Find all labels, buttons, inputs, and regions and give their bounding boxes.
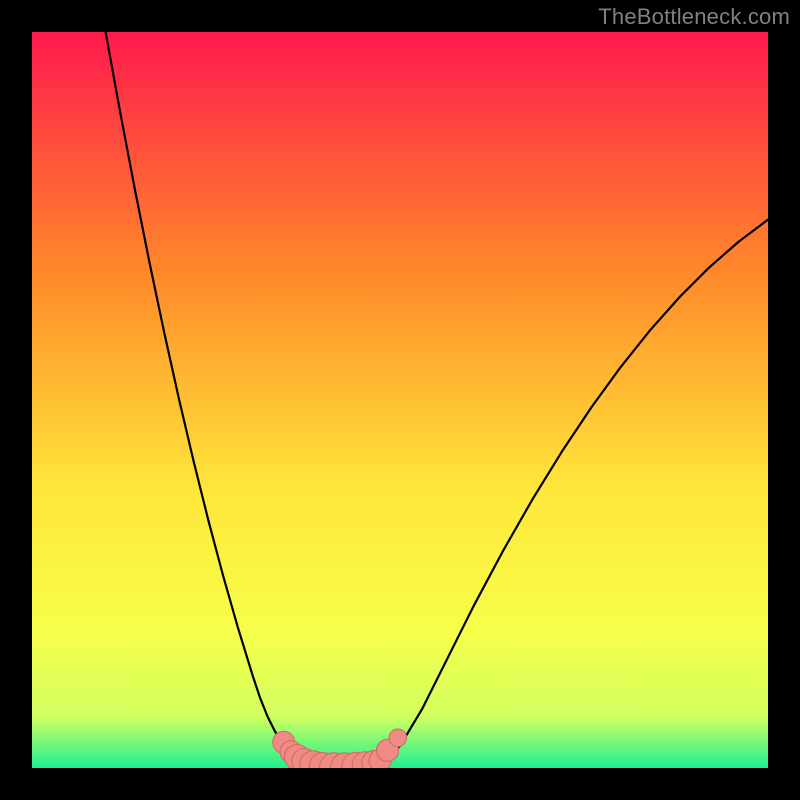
valley-marker bbox=[389, 729, 407, 747]
outer-frame: TheBottleneck.com bbox=[0, 0, 800, 800]
chart-area bbox=[32, 32, 768, 768]
gradient-background bbox=[32, 32, 768, 768]
bottleneck-chart bbox=[32, 32, 768, 768]
attribution-label: TheBottleneck.com bbox=[598, 4, 790, 30]
